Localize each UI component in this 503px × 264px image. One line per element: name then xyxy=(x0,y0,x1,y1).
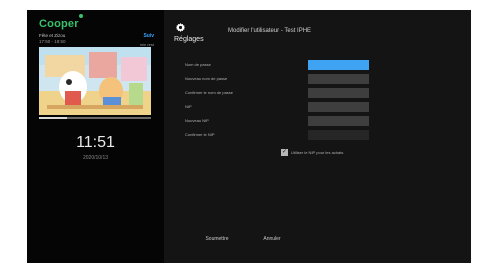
channel-logo: Cooper xyxy=(39,14,83,30)
field-label: Nouveau NIP xyxy=(185,118,209,123)
field-label: Confirmer le NIP xyxy=(185,132,215,137)
page-title: Modifier l'utilisateur - Test IPHE xyxy=(228,28,312,34)
field-label: Confirmer le nom de passe xyxy=(185,90,234,95)
tv-screen: Cooper Suiv Fête et Zizou 17:50 - 18:50 … xyxy=(27,10,471,263)
cartoon-thumbnail-image xyxy=(39,47,151,115)
settings-title: Réglages xyxy=(174,36,204,43)
pin-field[interactable] xyxy=(308,102,369,112)
program-progress-fill xyxy=(39,117,67,119)
next-badge: Suiv xyxy=(143,33,154,39)
channel-logo-text: Cooper xyxy=(39,18,79,30)
new-password-field[interactable] xyxy=(308,74,369,84)
submit-button[interactable]: Soumettre xyxy=(197,234,237,244)
checkmark-icon: ✓ xyxy=(281,149,288,155)
clock: 11:51 xyxy=(76,134,115,151)
confirm-password-field[interactable] xyxy=(308,88,369,98)
program-thumbnail[interactable] xyxy=(39,47,151,115)
program-progress-bar xyxy=(39,117,151,119)
new-pin-field[interactable] xyxy=(308,116,369,126)
gear-icon xyxy=(176,23,185,32)
confirm-pin-field[interactable] xyxy=(308,130,369,140)
field-label: NIP xyxy=(185,104,192,109)
purchase-pin-checkbox[interactable]: ✓ xyxy=(281,149,288,156)
field-label: Nom de passe xyxy=(185,62,211,67)
current-password-field[interactable] xyxy=(308,60,369,70)
purchase-pin-label: Utiliser le NIP pour les achats xyxy=(291,150,344,155)
field-label: Nouveau nom de passe xyxy=(185,76,228,81)
program-time: 17:50 - 18:50 xyxy=(39,39,66,44)
date: 2020/10/13 xyxy=(82,155,109,161)
program-title: Fête et Zizou xyxy=(39,33,66,38)
cancel-button[interactable]: Annuler xyxy=(255,234,289,244)
now-playing-panel: Cooper Suiv Fête et Zizou 17:50 - 18:50 … xyxy=(27,10,164,263)
